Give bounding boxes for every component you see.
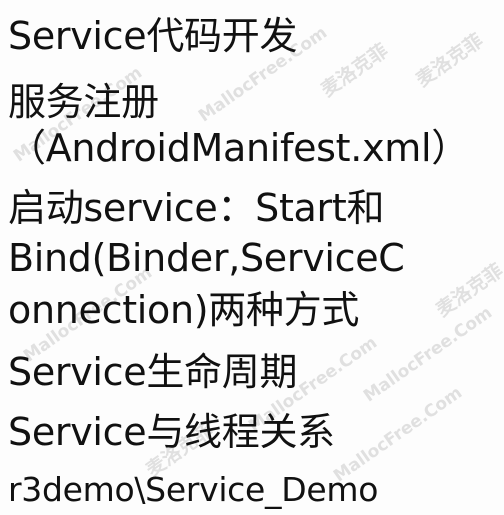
slide-line: Service与线程关系 xyxy=(8,410,335,454)
slide-line: r3demo\Service_Demo xyxy=(8,470,379,509)
slide-content: Service代码开发 服务注册 （AndroidManifest.xml） 启… xyxy=(0,0,504,515)
slide-line: Service代码开发 xyxy=(8,14,298,58)
slide-line: （AndroidManifest.xml） xyxy=(8,126,469,170)
slide-line: 服务注册 xyxy=(8,80,159,124)
slide-line: onnection)两种方式 xyxy=(8,288,360,332)
slide: MallocFree.Com MallocFree.Com MallocFree… xyxy=(0,0,504,515)
slide-line: Bind(Binder,ServiceC xyxy=(8,236,405,280)
slide-line: Service生命周期 xyxy=(8,350,298,394)
slide-line: 启动service：Start和 xyxy=(8,186,385,230)
